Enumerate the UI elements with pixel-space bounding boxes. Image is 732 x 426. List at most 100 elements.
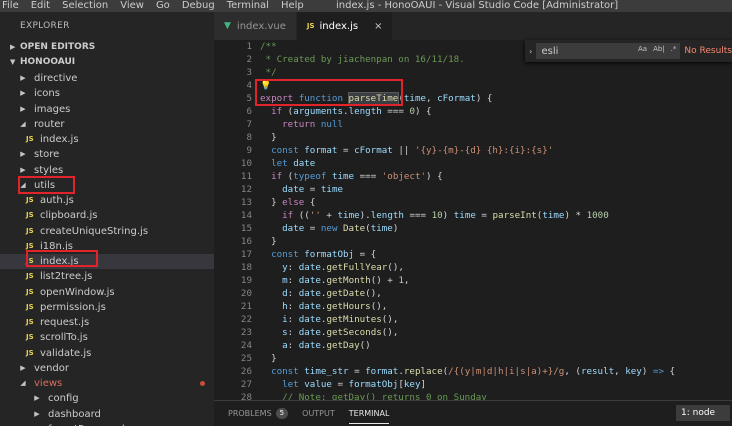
tab-index-js[interactable]: JS index.js × (296, 12, 393, 40)
editor-tabs: ▼ index.vue JS index.js × (214, 12, 732, 40)
code-line[interactable]: 22 i: date.getMinutes(), (214, 313, 732, 326)
find-input[interactable]: esli Aa Ab| .* (536, 43, 681, 59)
tree-file-item[interactable]: JS request.js (0, 315, 214, 330)
tree-folder-item[interactable]: ▶ icons (0, 86, 214, 101)
code-line[interactable]: 4 💡 (214, 79, 732, 92)
chevron-right-icon: ▶ (34, 409, 40, 418)
code-line[interactable]: 26 const time_str = format.replace(/{(y|… (214, 365, 732, 378)
code-token: if (260, 210, 299, 221)
menu-file[interactable]: File (0, 0, 25, 12)
chevron-down-icon: ◢ (20, 119, 26, 128)
code-token: === (354, 171, 382, 182)
code-line[interactable]: 18 y: date.getFullYear(), (214, 261, 732, 274)
code-text: i: date.getMinutes(), (252, 313, 732, 326)
tree-file-item[interactable]: JS list2tree.js (0, 269, 214, 284)
code-line[interactable]: 3 */ (214, 66, 732, 79)
code-token: date (298, 275, 321, 286)
code-token: = (337, 145, 355, 156)
tab-index-vue[interactable]: ▼ index.vue (214, 12, 296, 40)
tree-folder-item[interactable]: ◢ router (0, 117, 214, 132)
code-line[interactable]: 14 if (('' + time).length === 10) time =… (214, 209, 732, 222)
terminal-select[interactable]: 1: node (676, 405, 730, 421)
tree-folder-item[interactable]: ▶ directive (0, 71, 214, 86)
tree-file-item[interactable]: JS openWindow.js (0, 285, 214, 300)
code-line[interactable]: 15 date = new Date(time) (214, 222, 732, 235)
code-line[interactable]: 27 let value = formatObj[key] (214, 378, 732, 391)
code-line[interactable]: 12 date = time (214, 183, 732, 196)
tree-folder-item[interactable]: ▶ vendor (0, 361, 214, 376)
open-editors-section[interactable]: ▶ OPEN EDITORS (0, 40, 214, 55)
js-file-icon: JS (26, 333, 34, 342)
code-text: date = time (252, 183, 732, 196)
code-token: () (359, 340, 371, 351)
line-number: 19 (240, 275, 252, 286)
code-line[interactable]: 17 const formatObj = { (214, 248, 732, 261)
tree-file-item[interactable]: JS clipboard.js (0, 208, 214, 223)
menu-help[interactable]: Help (275, 0, 310, 12)
tree-file-item[interactable]: JS scrollTo.js (0, 330, 214, 345)
tree-item-label: auth.js (40, 195, 74, 207)
tree-file-item[interactable]: JS index.js (0, 254, 214, 270)
code-line[interactable]: 13 } else { (214, 196, 732, 209)
tree-file-item[interactable]: JS createUniqueString.js (0, 224, 214, 239)
code-line[interactable]: 9 const format = cFormat || '{y}-{m}-{d}… (214, 144, 732, 157)
tab-problems[interactable]: PROBLEMS 5 (228, 401, 289, 426)
menu-view[interactable]: View (114, 0, 150, 12)
code-token: : (287, 288, 299, 299)
tree-folder-item[interactable]: ▶ dashboard (0, 407, 214, 422)
code-line[interactable]: 10 let date (214, 157, 732, 170)
code-line[interactable]: 19 m: date.getMonth() + 1, (214, 274, 732, 287)
js-file-icon: JS (26, 272, 34, 281)
menu-selection[interactable]: Selection (56, 0, 114, 12)
tree-folder-item[interactable]: ▶ styles (0, 163, 214, 178)
code-line[interactable]: 24 a: date.getDay() (214, 339, 732, 352)
tree-folder-item[interactable]: ▶ forgetPassword (0, 422, 214, 426)
match-word-icon[interactable]: Ab| (653, 45, 665, 53)
chevron-right-icon[interactable]: › (525, 47, 536, 56)
code-line[interactable]: 21 h: date.getHours(), (214, 300, 732, 313)
tree-folder-item[interactable]: ▶ config (0, 391, 214, 406)
tree-folder-item[interactable]: ▶ images (0, 102, 214, 117)
tree-folder-item[interactable]: ▶ store (0, 147, 214, 162)
tree-file-item[interactable]: JS permission.js (0, 300, 214, 315)
js-file-icon: JS (26, 211, 34, 220)
menu-go[interactable]: Go (150, 0, 176, 12)
line-number: 1 (246, 41, 252, 52)
tree-file-item[interactable]: JS i18n.js (0, 239, 214, 254)
project-section[interactable]: ▼ HONOOAUI (0, 55, 214, 70)
match-case-icon[interactable]: Aa (638, 45, 647, 53)
code-token: ) { (414, 106, 432, 117)
code-token: length (370, 210, 404, 221)
code-line[interactable]: 23 s: date.getSeconds(), (214, 326, 732, 339)
line-number: 4 (246, 80, 252, 91)
tab-output[interactable]: OUTPUT (302, 401, 335, 426)
line-number: 23 (240, 327, 252, 338)
tree-file-item[interactable]: JS index.js (0, 132, 214, 147)
code-token: const (260, 145, 305, 156)
code-line[interactable]: 16 } (214, 235, 732, 248)
regex-icon[interactable]: .* (671, 45, 677, 53)
code-line[interactable]: 5 export function parseTime(time, cFormat… (214, 92, 732, 105)
code-line[interactable]: 20 d: date.getDate(), (214, 287, 732, 300)
code-line[interactable]: 7 return null (214, 118, 732, 131)
tree-folder-item[interactable]: ◢ utils (0, 178, 214, 193)
code-line[interactable]: 28 // Note: getDay() returns 0 on Sunday (214, 391, 732, 400)
menu-edit[interactable]: Edit (25, 0, 56, 12)
explorer-title: EXPLORER (20, 21, 70, 31)
tab-terminal[interactable]: TERMINAL (348, 401, 389, 426)
code-line[interactable]: 25 } (214, 352, 732, 365)
code-token: m (260, 275, 288, 286)
tree-file-item[interactable]: JS auth.js (0, 193, 214, 208)
tree-file-item[interactable]: JS validate.js (0, 346, 214, 361)
menu-debug[interactable]: Debug (176, 0, 221, 12)
code-line[interactable]: 8 } (214, 131, 732, 144)
tree-folder-item[interactable]: ◢ views (0, 376, 214, 391)
code-text: d: date.getDate(), (252, 287, 732, 300)
code-editor[interactable]: 1 /** 2 * Created by jiachenpan on 16/11/1… (214, 40, 732, 400)
code-line[interactable]: 6 if (arguments.length === 0) { (214, 105, 732, 118)
code-line[interactable]: 11 if (typeof time === 'object') { (214, 170, 732, 183)
close-icon[interactable]: × (374, 21, 382, 32)
js-file-icon: JS (26, 241, 34, 250)
menu-terminal[interactable]: Terminal (221, 0, 275, 12)
code-text: m: date.getMonth() + 1, (252, 274, 732, 287)
